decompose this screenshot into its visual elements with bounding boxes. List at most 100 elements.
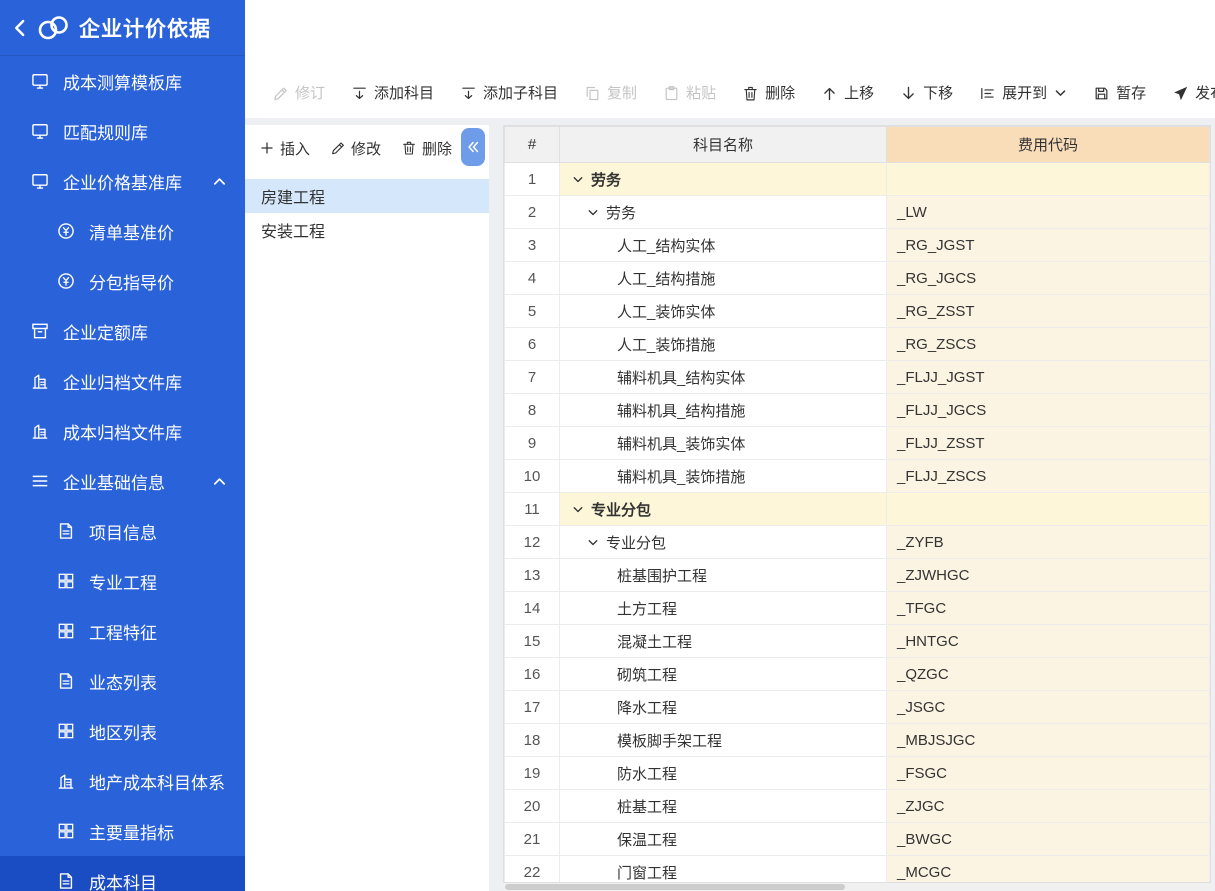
col-header-cost-code[interactable]: 费用代码 bbox=[887, 127, 1210, 163]
sidebar-item-matching-rules-library[interactable]: 匹配规则库 bbox=[0, 106, 245, 156]
scrollbar-thumb[interactable] bbox=[505, 884, 845, 890]
cost-code-cell[interactable]: _FLJJ_JGST bbox=[887, 361, 1210, 394]
chevron-down-icon[interactable] bbox=[587, 537, 599, 549]
subject-name-cell[interactable]: 砌筑工程 bbox=[560, 658, 887, 691]
cost-code-cell[interactable] bbox=[887, 163, 1210, 196]
cost-code-cell[interactable]: _RG_ZSCS bbox=[887, 328, 1210, 361]
back-chevron-icon[interactable] bbox=[10, 18, 30, 38]
cost-code-cell[interactable]: _LW bbox=[887, 196, 1210, 229]
list-item-building-project[interactable]: 房建工程 bbox=[245, 179, 489, 213]
sidebar-item-project-features[interactable]: 工程特征 bbox=[0, 606, 245, 656]
table-row[interactable]: 15混凝土工程_HNTGC bbox=[505, 625, 1210, 658]
table-row[interactable]: 14土方工程_TFGC bbox=[505, 592, 1210, 625]
cost-code-cell[interactable]: _RG_JGCS bbox=[887, 262, 1210, 295]
subject-name-cell[interactable]: 保温工程 bbox=[560, 823, 887, 856]
cost-code-cell[interactable]: _MCGC bbox=[887, 856, 1210, 884]
table-row[interactable]: 11专业分包 bbox=[505, 493, 1210, 526]
sidebar-item-business-type-list[interactable]: 业态列表 bbox=[0, 656, 245, 706]
sidebar-item-realestate-cost-subject-system[interactable]: 地产成本科目体系 bbox=[0, 756, 245, 806]
cost-code-cell[interactable]: _MBJSJGC bbox=[887, 724, 1210, 757]
cost-code-cell[interactable]: _QZGC bbox=[887, 658, 1210, 691]
subject-name-cell[interactable]: 人工_装饰措施 bbox=[560, 328, 887, 361]
subject-name-cell[interactable]: 人工_结构措施 bbox=[560, 262, 887, 295]
cost-code-cell[interactable]: _ZJGC bbox=[887, 790, 1210, 823]
table-row[interactable]: 2劳务_LW bbox=[505, 196, 1210, 229]
subject-name-cell[interactable]: 土方工程 bbox=[560, 592, 887, 625]
expand-to-button[interactable]: 展开到 bbox=[979, 85, 1067, 102]
panel-insert-button[interactable]: 插入 bbox=[259, 138, 310, 159]
table-row[interactable]: 4人工_结构措施_RG_JGCS bbox=[505, 262, 1210, 295]
sidebar-item-enterprise-archive-library[interactable]: 企业归档文件库 bbox=[0, 356, 245, 406]
cost-code-cell[interactable]: _FLJJ_ZSST bbox=[887, 427, 1210, 460]
move-up-button[interactable]: 上移 bbox=[821, 85, 874, 102]
subject-name-cell[interactable]: 人工_装饰实体 bbox=[560, 295, 887, 328]
table-row[interactable]: 9辅料机具_装饰实体_FLJJ_ZSST bbox=[505, 427, 1210, 460]
subject-name-cell[interactable]: 混凝土工程 bbox=[560, 625, 887, 658]
panel-delete-button[interactable]: 删除 bbox=[401, 138, 452, 159]
table-row[interactable]: 16砌筑工程_QZGC bbox=[505, 658, 1210, 691]
table-row[interactable]: 13桩基围护工程_ZJWHGC bbox=[505, 559, 1210, 592]
table-row[interactable]: 10辅料机具_装饰措施_FLJJ_ZSCS bbox=[505, 460, 1210, 493]
collapse-panel-button[interactable] bbox=[461, 128, 485, 166]
cost-code-cell[interactable]: _HNTGC bbox=[887, 625, 1210, 658]
subject-name-cell[interactable]: 辅料机具_装饰实体 bbox=[560, 427, 887, 460]
cost-code-cell[interactable]: _JSGC bbox=[887, 691, 1210, 724]
cost-code-cell[interactable]: _FSGC bbox=[887, 757, 1210, 790]
delete-button[interactable]: 删除 bbox=[742, 85, 795, 102]
subject-name-cell[interactable]: 辅料机具_结构措施 bbox=[560, 394, 887, 427]
chevron-down-icon[interactable] bbox=[572, 174, 584, 186]
subject-name-cell[interactable]: 劳务 bbox=[560, 163, 887, 196]
table-row[interactable]: 6人工_装饰措施_RG_ZSCS bbox=[505, 328, 1210, 361]
chevron-up-icon[interactable] bbox=[212, 174, 227, 189]
table-row[interactable]: 7辅料机具_结构实体_FLJJ_JGST bbox=[505, 361, 1210, 394]
add-child-subject-button[interactable]: 添加子科目 bbox=[460, 85, 558, 102]
cost-code-cell[interactable]: _RG_ZSST bbox=[887, 295, 1210, 328]
table-row[interactable]: 3人工_结构实体_RG_JGST bbox=[505, 229, 1210, 262]
cost-code-cell[interactable]: _TFGC bbox=[887, 592, 1210, 625]
table-row[interactable]: 20桩基工程_ZJGC bbox=[505, 790, 1210, 823]
cost-code-cell[interactable] bbox=[887, 493, 1210, 526]
subject-name-cell[interactable]: 防水工程 bbox=[560, 757, 887, 790]
sidebar-item-enterprise-quota-library[interactable]: 企业定额库 bbox=[0, 306, 245, 356]
horizontal-scrollbar[interactable] bbox=[503, 883, 1211, 891]
sidebar-item-key-quantity-indicators[interactable]: 主要量指标 bbox=[0, 806, 245, 856]
subject-name-cell[interactable]: 桩基工程 bbox=[560, 790, 887, 823]
sidebar-item-specialty-engineering[interactable]: 专业工程 bbox=[0, 556, 245, 606]
cost-code-cell[interactable]: _FLJJ_ZSCS bbox=[887, 460, 1210, 493]
list-item-installation-project[interactable]: 安装工程 bbox=[245, 213, 489, 247]
sidebar-item-price-benchmark-library[interactable]: 企业价格基准库 bbox=[0, 156, 245, 206]
sidebar-item-cost-archive-library[interactable]: 成本归档文件库 bbox=[0, 406, 245, 456]
cost-code-cell[interactable]: _BWGC bbox=[887, 823, 1210, 856]
subject-name-cell[interactable]: 人工_结构实体 bbox=[560, 229, 887, 262]
table-row[interactable]: 8辅料机具_结构措施_FLJJ_JGCS bbox=[505, 394, 1210, 427]
subject-name-cell[interactable]: 劳务 bbox=[560, 196, 887, 229]
sidebar-item-cost-subjects[interactable]: 成本科目 bbox=[0, 856, 245, 891]
table-row[interactable]: 5人工_装饰实体_RG_ZSST bbox=[505, 295, 1210, 328]
sidebar-item-list-benchmark-price[interactable]: 清单基准价 bbox=[0, 206, 245, 256]
subject-name-cell[interactable]: 桩基围护工程 bbox=[560, 559, 887, 592]
cost-code-cell[interactable]: _ZYFB bbox=[887, 526, 1210, 559]
table-row[interactable]: 18模板脚手架工程_MBJSJGC bbox=[505, 724, 1210, 757]
table-row[interactable]: 22门窗工程_MCGC bbox=[505, 856, 1210, 884]
table-row[interactable]: 12专业分包_ZYFB bbox=[505, 526, 1210, 559]
sidebar-item-subcontract-guide-price[interactable]: 分包指导价 bbox=[0, 256, 245, 306]
subject-name-cell[interactable]: 专业分包 bbox=[560, 526, 887, 559]
table-row[interactable]: 21保温工程_BWGC bbox=[505, 823, 1210, 856]
panel-modify-button[interactable]: 修改 bbox=[330, 138, 381, 159]
sidebar-item-enterprise-basic-info[interactable]: 企业基础信息 bbox=[0, 456, 245, 506]
publish-button[interactable]: 发布 bbox=[1172, 85, 1215, 102]
cost-code-cell[interactable]: _ZJWHGC bbox=[887, 559, 1210, 592]
cost-code-cell[interactable]: _FLJJ_JGCS bbox=[887, 394, 1210, 427]
table-row[interactable]: 19防水工程_FSGC bbox=[505, 757, 1210, 790]
table-row[interactable]: 1劳务 bbox=[505, 163, 1210, 196]
subject-name-cell[interactable]: 辅料机具_装饰措施 bbox=[560, 460, 887, 493]
sidebar-item-cost-template-library[interactable]: 成本测算模板库 bbox=[0, 56, 245, 106]
chevron-down-icon[interactable] bbox=[587, 207, 599, 219]
move-down-button[interactable]: 下移 bbox=[900, 85, 953, 102]
add-subject-button[interactable]: 添加科目 bbox=[351, 85, 434, 102]
cost-code-cell[interactable]: _RG_JGST bbox=[887, 229, 1210, 262]
subject-name-cell[interactable]: 门窗工程 bbox=[560, 856, 887, 884]
subject-name-cell[interactable]: 专业分包 bbox=[560, 493, 887, 526]
subject-name-cell[interactable]: 模板脚手架工程 bbox=[560, 724, 887, 757]
chevron-down-icon[interactable] bbox=[572, 504, 584, 516]
